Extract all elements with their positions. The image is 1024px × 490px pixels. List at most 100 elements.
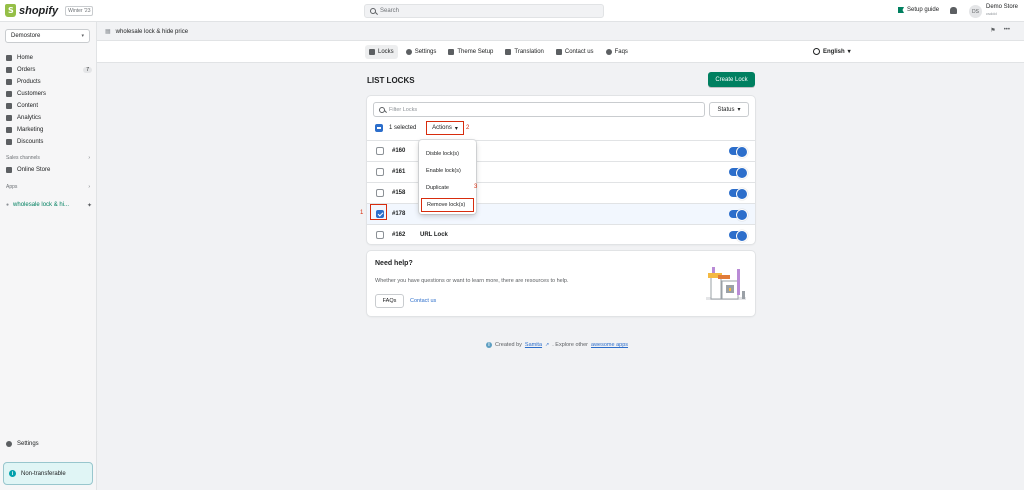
help-text: Whether you have questions or want to le… — [375, 278, 569, 284]
tab-label: Contact us — [564, 49, 594, 55]
lock-id: #178 — [392, 211, 406, 217]
non-transferable-banner[interactable]: i Non-transferable — [3, 462, 93, 485]
store-name[interactable]: Demo Store — [986, 4, 1018, 11]
globe-icon — [813, 48, 820, 55]
analytics-icon — [6, 115, 12, 121]
shopify-logo[interactable]: shopify Winter '23 — [5, 4, 94, 17]
sidebar-item-products[interactable]: Products — [4, 76, 92, 88]
tab-label: Translation — [514, 49, 544, 55]
more-icon[interactable]: ••• — [1004, 27, 1010, 34]
orders-icon — [6, 67, 12, 73]
language-select[interactable]: English ▾ — [813, 48, 851, 55]
row-checkbox[interactable] — [376, 189, 384, 197]
selected-count: 1 selected — [389, 125, 417, 131]
sidebar: Demostore ▾ Home Orders 7 Products Custom… — [0, 22, 97, 490]
tab-theme-setup[interactable]: Theme Setup — [444, 45, 497, 59]
faqs-button[interactable]: FAQs — [375, 294, 404, 308]
sidebar-item-label: Online Store — [17, 167, 51, 173]
lock-toggle[interactable] — [729, 167, 748, 179]
chevron-right-icon: › — [88, 155, 90, 161]
menu-item-remove[interactable]: Remove lock(s) — [421, 198, 474, 212]
tab-translation[interactable]: Translation — [501, 45, 547, 59]
setup-guide-button[interactable]: Setup guide — [898, 7, 939, 13]
bell-icon[interactable] — [950, 7, 957, 14]
pin-icon[interactable]: ⚑ — [990, 27, 995, 34]
setup-guide-label: Setup guide — [907, 7, 940, 13]
footer-prefix: Created by — [495, 342, 522, 348]
home-icon — [6, 55, 12, 61]
lock-icon — [369, 49, 375, 55]
lock-toggle[interactable] — [729, 146, 748, 158]
lock-toggle[interactable] — [729, 230, 748, 242]
search-placeholder: Search — [380, 8, 400, 14]
sidebar-item-customers[interactable]: Customers — [4, 88, 92, 100]
tab-faqs[interactable]: Faqs — [602, 45, 632, 59]
lock-toggle[interactable] — [729, 188, 748, 200]
row-checkbox[interactable] — [376, 231, 384, 239]
tab-label: Faqs — [614, 49, 628, 55]
pin-icon[interactable]: ✦ — [87, 202, 92, 209]
menu-item-disable[interactable]: Disble lock(s) — [421, 147, 474, 161]
sidebar-nav: Home Orders 7 Products Customers Content … — [4, 52, 92, 148]
external-link-icon: ↗ — [545, 342, 550, 348]
chevron-down-icon: ▾ — [454, 125, 458, 132]
sidebar-item-app[interactable]: ● wholesale lock & hi... ✦ — [4, 199, 92, 211]
filter-input[interactable]: Filter Locks — [373, 102, 705, 117]
lock-toggle[interactable] — [729, 209, 748, 221]
chevron-down-icon: ▾ — [81, 33, 84, 39]
store-subtitle: csddd — [986, 11, 997, 16]
sales-channels-heading[interactable]: Sales channels › — [6, 155, 90, 161]
annotation-number-2: 2 — [466, 125, 470, 131]
awesome-apps-link[interactable]: awesome apps — [591, 342, 628, 348]
row-checkbox[interactable] — [376, 168, 384, 176]
chevron-down-icon: ▾ — [847, 49, 851, 55]
avatar[interactable]: DS — [969, 5, 982, 18]
sidebar-item-settings[interactable]: Settings — [4, 441, 39, 447]
sidebar-item-content[interactable]: Content — [4, 100, 92, 112]
sidebar-item-orders[interactable]: Orders 7 — [4, 64, 92, 76]
sidebar-item-online-store[interactable]: Online Store — [4, 164, 92, 176]
tab-settings[interactable]: Settings — [402, 45, 441, 59]
lock-id: #162 — [392, 232, 406, 238]
store-icon — [6, 167, 12, 173]
logo-text: shopify — [19, 4, 59, 17]
row-checkbox[interactable] — [376, 147, 384, 155]
sidebar-item-label: Settings — [17, 441, 39, 447]
info-icon: i — [9, 470, 16, 477]
filter-placeholder: Filter Locks — [389, 106, 418, 113]
page-title: LIST LOCKS — [367, 76, 415, 85]
app-icon: ▦ — [105, 29, 111, 35]
apps-heading[interactable]: Apps › — [6, 184, 90, 190]
sidebar-item-analytics[interactable]: Analytics — [4, 112, 92, 124]
help-illustration — [706, 267, 746, 300]
create-lock-button[interactable]: Create Lock — [708, 72, 755, 87]
sidebar-item-marketing[interactable]: Marketing — [4, 124, 92, 136]
select-all-checkbox[interactable] — [375, 124, 383, 132]
sidebar-item-label: Products — [17, 79, 41, 85]
info-icon: i — [486, 342, 492, 348]
status-filter-button[interactable]: Status ▾ — [709, 102, 749, 117]
actions-button[interactable]: Actions ▾ — [426, 121, 464, 135]
sidebar-item-home[interactable]: Home — [4, 52, 92, 64]
gear-icon — [405, 49, 412, 55]
tag-icon — [6, 79, 12, 85]
question-icon — [605, 49, 612, 55]
menu-item-enable[interactable]: Enable lock(s) — [421, 164, 474, 178]
store-select[interactable]: Demostore ▾ — [5, 29, 90, 43]
sidebar-item-discounts[interactable]: Discounts — [4, 136, 92, 148]
tab-contact-us[interactable]: Contact us — [552, 45, 598, 59]
tab-locks[interactable]: Locks — [365, 45, 398, 59]
menu-item-duplicate[interactable]: Duplicate — [421, 181, 474, 195]
lock-id: #161 — [392, 169, 406, 175]
table-row[interactable]: #162 URL Lock — [367, 224, 755, 245]
annotation-number-1: 1 — [360, 210, 364, 216]
lock-id: #158 — [392, 190, 406, 196]
samita-link[interactable]: Samita — [525, 342, 542, 348]
footer-middle: . Explore other — [552, 342, 589, 348]
contact-us-link[interactable]: Contact us — [410, 298, 436, 304]
orders-count-badge: 7 — [83, 67, 92, 73]
sidebar-item-label: Discounts — [17, 139, 44, 145]
apps-label: Apps — [6, 184, 18, 190]
search-input[interactable]: Search — [364, 4, 604, 18]
content-icon — [6, 103, 12, 109]
